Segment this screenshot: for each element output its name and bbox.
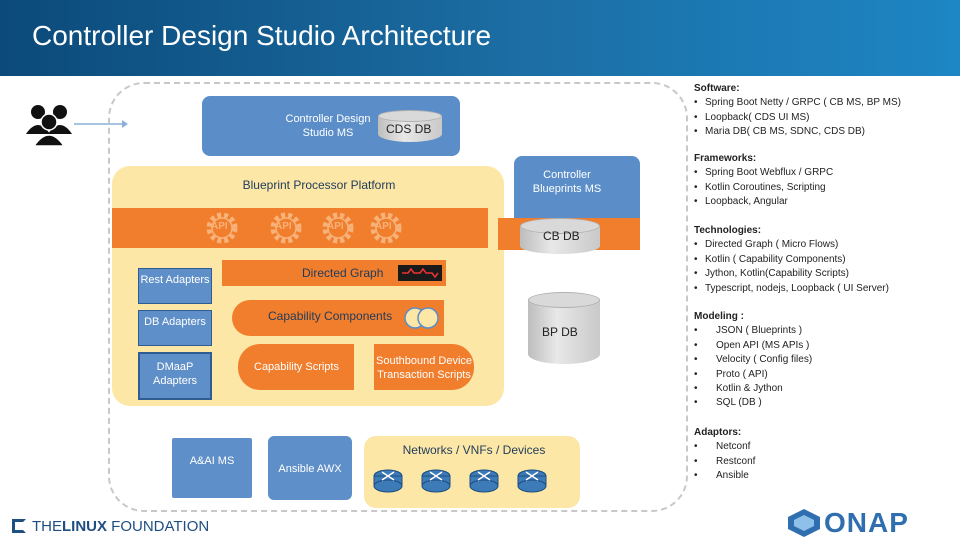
modeling-title: Modeling : [694, 311, 744, 322]
aai-ms-label: A&AI MS [189, 455, 235, 467]
adaptors-section: Adaptors: Netconf Restconf Ansible [694, 426, 956, 484]
list-item: Maria DB( CB MS, SDNC, CDS DB) [694, 125, 956, 140]
page-title: Controller Design Studio Architecture [32, 20, 492, 51]
ansible-awx-label: Ansible AWX [278, 463, 342, 475]
technologies-section: Technologies: Directed Graph ( Micro Flo… [694, 224, 956, 296]
rest-adapters-label: Rest Adapters [140, 274, 210, 286]
blueprint-platform-label: Blueprint Processor Platform [242, 178, 396, 192]
software-title: Software: [694, 83, 740, 94]
cb-db-label: CB DB [543, 229, 580, 243]
list-item: Ansible [694, 469, 956, 484]
api-gear-3: API [320, 210, 356, 246]
api-gear-4: API [368, 210, 404, 246]
software-section: Software: Spring Boot Netty / GRPC ( CB … [694, 82, 956, 140]
directed-graph-icon [398, 265, 442, 281]
api-gear-1: API [204, 210, 240, 246]
directed-graph-label: Directed Graph [302, 266, 384, 280]
onap-logo: ONAP [788, 507, 909, 538]
bp-db-label: BP DB [542, 325, 578, 339]
networks-label: Networks / VNFs / Devices [402, 443, 546, 457]
linux-foundation-rest: FOUNDATION [107, 517, 210, 535]
frameworks-section: Frameworks: Spring Boot Webflux / GRPC K… [694, 152, 956, 210]
list-item: Loopback, Angular [694, 195, 956, 210]
list-item: Kotlin ( Capability Components) [694, 253, 956, 268]
api-label: API [375, 221, 392, 232]
onap-wordmark: ONAP [824, 507, 909, 538]
aai-ms-box[interactable]: A&AI MS [172, 438, 252, 498]
list-item: Restconf [694, 455, 956, 470]
list-item: Velocity ( Config files) [694, 353, 956, 368]
cds-db-label: CDS DB [386, 122, 432, 136]
list-item: Kotlin & Jython [694, 382, 956, 397]
list-item: Directed Graph ( Micro Flows) [694, 238, 956, 253]
list-item: Jython, Kotlin(Capability Scripts) [694, 267, 956, 282]
list-item: Open API (MS APIs ) [694, 339, 956, 354]
onap-mark-icon [788, 509, 820, 537]
list-item: Kotlin Coroutines, Scripting [694, 181, 956, 196]
dmaap-adapters-box[interactable]: DMaaP Adapters [138, 352, 212, 400]
adaptors-title: Adaptors: [694, 427, 742, 438]
list-item: Proto ( API) [694, 368, 956, 383]
frameworks-title: Frameworks: [694, 153, 757, 164]
network-devices-icons [373, 469, 547, 493]
rest-adapters-box[interactable]: Rest Adapters [138, 268, 212, 304]
list-item: Netconf [694, 440, 956, 455]
api-label: API [275, 221, 292, 232]
controller-blueprints-ms-label: Controller Blueprints MS [532, 169, 602, 195]
linux-foundation-mark-icon [12, 519, 26, 533]
list-item: Loopback( CDS UI MS) [694, 111, 956, 126]
capability-scripts-label: Capability Scripts [254, 361, 339, 373]
modeling-section: Modeling : JSON ( Blueprints ) Open API … [694, 310, 956, 411]
linux-foundation-logo: THE LINUX FOUNDATION [12, 516, 209, 536]
capability-components-label: Capability Components [268, 309, 393, 323]
components-icon [404, 307, 439, 329]
technologies-title: Technologies: [694, 225, 762, 236]
db-adapters-label: DB Adapters [144, 316, 206, 328]
api-label: API [327, 221, 344, 232]
api-gear-2: API [268, 210, 304, 246]
list-item: Typescript, nodejs, Loopback ( UI Server… [694, 282, 956, 297]
list-item: SQL (DB ) [694, 396, 956, 411]
cds-ms-label: Controller Design Studio MS [285, 113, 371, 139]
ansible-awx-box[interactable]: Ansible AWX [268, 436, 352, 500]
linux-foundation-linux: LINUX [62, 517, 107, 535]
list-item: Spring Boot Netty / GRPC ( CB MS, BP MS) [694, 96, 956, 111]
list-item: Spring Boot Webflux / GRPC [694, 166, 956, 181]
linux-foundation-the: THE [32, 517, 62, 535]
list-item: JSON ( Blueprints ) [694, 324, 956, 339]
southbound-scripts-label: Southbound Device Transaction Scripts [376, 355, 473, 381]
dmaap-adapters-label: DMaaP Adapters [152, 361, 198, 387]
api-label: API [211, 221, 228, 232]
db-adapters-box[interactable]: DB Adapters [138, 310, 212, 346]
